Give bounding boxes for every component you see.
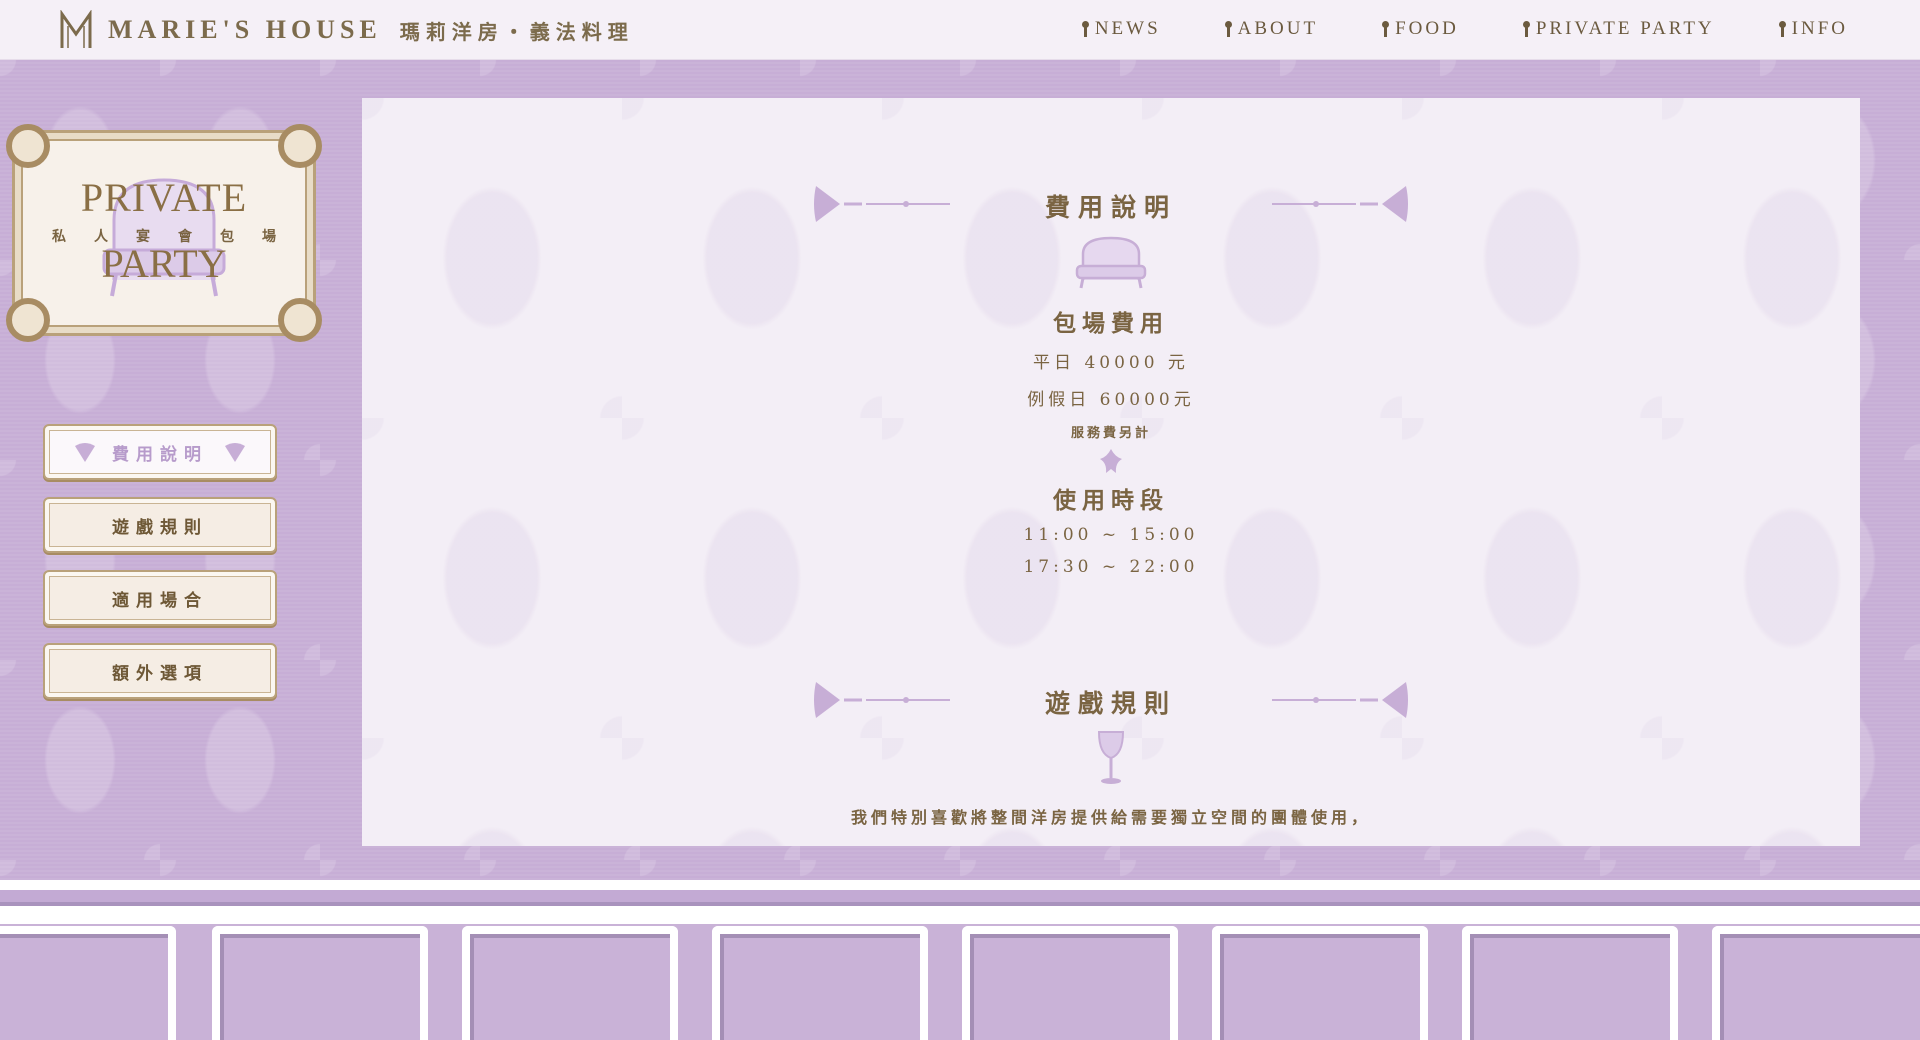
- chair-rail: [0, 890, 1920, 906]
- shell-fan-icon: [75, 443, 95, 462]
- side-menu: 費用說明 遊戲規則 適用場合 額外選項: [43, 424, 277, 699]
- side-menu-occasions-label: 適用場合: [112, 590, 208, 611]
- side-menu-occasions-button[interactable]: 適用場合: [43, 570, 277, 626]
- rules-section-header: 遊戲規則: [362, 672, 1860, 728]
- key-icon: [1382, 21, 1390, 37]
- nav-food[interactable]: FOOD: [1382, 18, 1459, 40]
- hours-slot-lunch: 11:00 ~ 15:00: [1023, 525, 1199, 545]
- logo-monogram-icon: [58, 10, 94, 50]
- nav-info[interactable]: INFO: [1778, 18, 1848, 40]
- venue-fee-subtitle: 包場費用: [1053, 310, 1169, 337]
- content-panel: 費用說明 包場費用 平日 40000 元 例假日 60000元 服務費另計 使用…: [362, 98, 1860, 846]
- rules-section: 遊戲規則 我們特別喜歡將整間洋房提供給需要獨立空間的團體使用，: [362, 672, 1860, 828]
- badge-corner-ornament-icon: [278, 124, 322, 168]
- wainscot-panel: [212, 926, 428, 1040]
- badge-corner-ornament-icon: [278, 298, 322, 342]
- wainscot-panel: [1212, 926, 1428, 1040]
- main-nav: NEWS ABOUT FOOD PRIVATE PARTY INFO: [1081, 18, 1848, 40]
- sofa-icon: [1075, 236, 1147, 289]
- site-logo[interactable]: MARIE'S HOUSE 瑪莉洋房・義法料理: [58, 9, 634, 51]
- nav-info-label: INFO: [1791, 18, 1848, 39]
- wainscot-panel: [462, 926, 678, 1040]
- nav-about-label: ABOUT: [1237, 18, 1319, 39]
- flourish-right-icon: [1272, 186, 1408, 222]
- side-menu-extras-label: 額外選項: [112, 663, 208, 684]
- nav-private-party[interactable]: PRIVATE PARTY: [1522, 18, 1715, 40]
- badge-title-top: PRIVATE: [80, 175, 248, 220]
- wainscot-panel: [712, 926, 928, 1040]
- badge-corner-ornament-icon: [6, 124, 50, 168]
- side-menu-fees-label: 費用說明: [112, 444, 208, 465]
- wainscot-panel: [962, 926, 1178, 1040]
- private-party-badge: PRIVATE 私 人 宴 會 包 場 PARTY: [6, 124, 322, 342]
- rules-section-title: 遊戲規則: [1044, 689, 1177, 718]
- fees-section-header: 費用說明: [362, 176, 1860, 232]
- wainscot-panel: [1462, 926, 1678, 1040]
- holiday-price: 例假日 60000元: [1027, 390, 1195, 410]
- logo-subtitle: 瑪莉洋房・義法料理: [399, 19, 634, 44]
- shell-fan-icon: [225, 443, 245, 462]
- key-icon: [1081, 21, 1089, 37]
- weekday-price: 平日 40000 元: [1033, 353, 1189, 373]
- rules-intro-text: 我們特別喜歡將整間洋房提供給需要獨立空間的團體使用，: [850, 808, 1371, 827]
- key-icon: [1224, 21, 1232, 37]
- fleur-ornament-icon: [1100, 449, 1122, 473]
- hours-subtitle: 使用時段: [1053, 487, 1169, 514]
- fees-section-title: 費用說明: [1044, 193, 1177, 222]
- service-fee-note: 服務費另計: [1070, 426, 1151, 441]
- nav-news-label: NEWS: [1094, 18, 1161, 39]
- wainscot-footer: [0, 880, 1920, 1040]
- badge-corner-ornament-icon: [6, 298, 50, 342]
- nav-news[interactable]: NEWS: [1081, 18, 1161, 40]
- flourish-right-icon: [1272, 682, 1408, 718]
- nav-food-label: FOOD: [1395, 18, 1459, 39]
- wine-glass-icon: [1097, 731, 1125, 784]
- side-menu-rules-button[interactable]: 遊戲規則: [43, 497, 277, 553]
- badge-title-bottom: PARTY: [101, 241, 227, 286]
- side-menu-extras-button[interactable]: 額外選項: [43, 643, 277, 699]
- nav-about[interactable]: ABOUT: [1224, 18, 1319, 40]
- key-icon: [1778, 21, 1786, 37]
- key-icon: [1522, 21, 1530, 37]
- side-menu-rules-label: 遊戲規則: [112, 517, 208, 538]
- fees-section: 費用說明 包場費用 平日 40000 元 例假日 60000元 服務費另計 使用…: [362, 176, 1860, 577]
- wainscot-panel: [1712, 926, 1920, 1040]
- side-menu-fees-button[interactable]: 費用說明: [43, 424, 277, 480]
- wainscot-panel: [0, 926, 176, 1040]
- nav-private-party-label: PRIVATE PARTY: [1535, 18, 1715, 39]
- logo-text: MARIE'S HOUSE: [108, 15, 382, 44]
- hours-slot-dinner: 17:30 ~ 22:00: [1023, 557, 1199, 577]
- top-navigation-bar: MARIE'S HOUSE 瑪莉洋房・義法料理 NEWS ABOUT FOOD …: [0, 0, 1920, 60]
